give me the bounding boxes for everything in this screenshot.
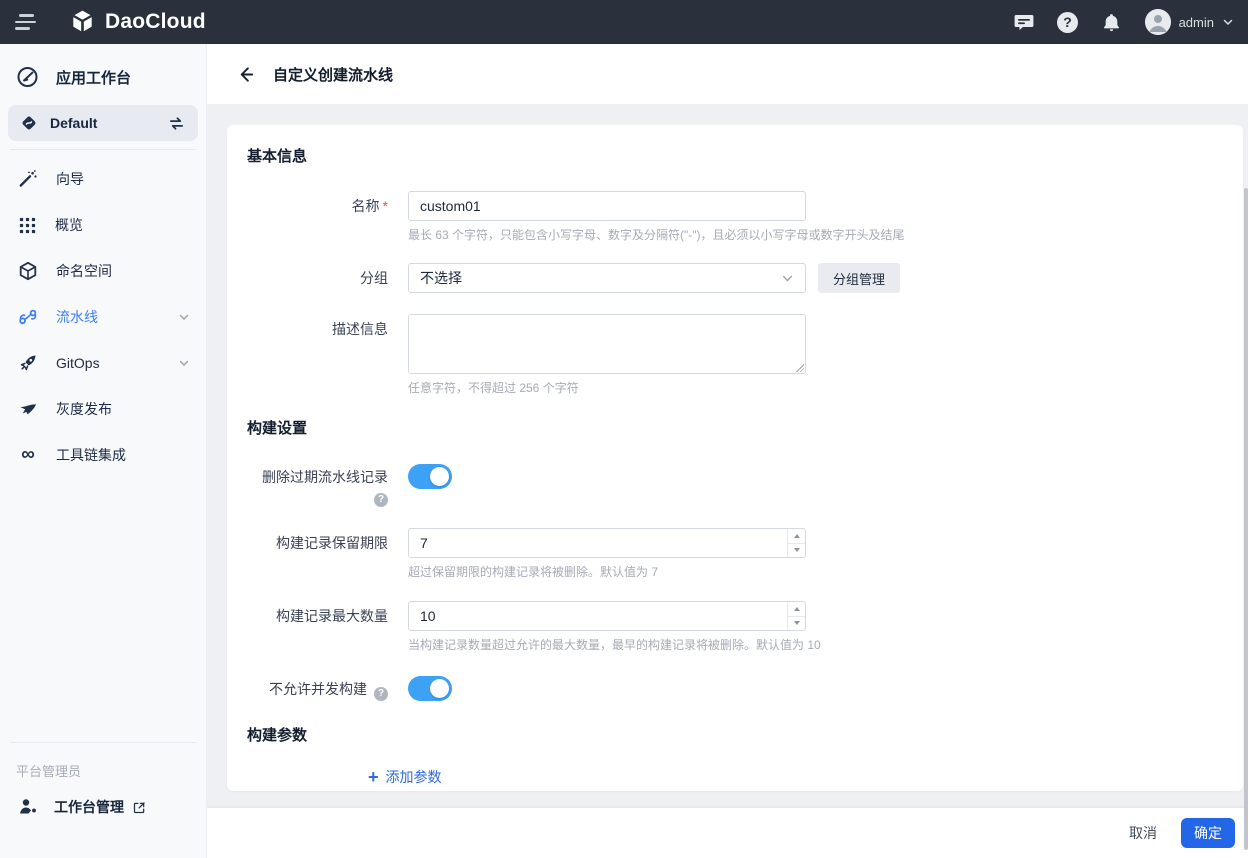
name-row: 名称* 最长 63 个字符，只能包含小写字母、数字及分隔符("-")，且必须以小…: [247, 191, 1223, 243]
page-title: 自定义创建流水线: [273, 64, 393, 85]
user-name: admin: [1179, 15, 1214, 30]
section-build-params: 构建参数: [247, 727, 1223, 744]
workspace-selector[interactable]: Default: [8, 105, 198, 141]
sidebar-nav: 向导 概览 命名空间 流水线: [0, 150, 206, 478]
workspace-title: 应用工作台: [56, 67, 131, 88]
description-row: 描述信息 任意字符，不得超过 256 个字符: [247, 314, 1223, 396]
sidebar-item-wizard[interactable]: 向导: [0, 156, 206, 202]
external-link-icon: [132, 800, 147, 815]
menu-toggle-icon[interactable]: [15, 13, 41, 31]
retention-input[interactable]: [408, 528, 806, 558]
concurrent-row: 不允许并发构建?: [247, 676, 1223, 701]
chevron-down-icon: [178, 311, 190, 323]
name-input[interactable]: [408, 191, 806, 221]
retention-label: 构建记录保留期限: [247, 528, 388, 552]
page-header: 自定义创建流水线: [207, 44, 1248, 104]
spinner-down-icon[interactable]: [788, 544, 805, 558]
notifications-bell-icon[interactable]: [1101, 11, 1123, 33]
sidebar-item-namespace[interactable]: 命名空间: [0, 248, 206, 294]
name-label: 名称*: [247, 191, 388, 215]
confirm-button[interactable]: 确定: [1181, 818, 1235, 848]
retention-help-text: 超过保留期限的构建记录将被删除。默认值为 7: [408, 565, 1223, 580]
group-select[interactable]: 不选择: [408, 263, 806, 293]
description-textarea[interactable]: [408, 314, 806, 374]
number-spinner: [787, 602, 805, 630]
max-records-label: 构建记录最大数量: [247, 601, 388, 625]
topbar-actions: ? admin: [1013, 9, 1248, 35]
help-icon[interactable]: ?: [1057, 11, 1079, 33]
avatar-icon: [1145, 9, 1171, 35]
cube-icon: [18, 261, 38, 281]
brand-logo[interactable]: DaoCloud: [68, 8, 206, 37]
description-label: 描述信息: [247, 314, 388, 338]
max-records-row: 构建记录最大数量 当构建记录数量超过允许的最大数量，最早的构建记录将被删除。默认…: [247, 601, 1223, 653]
plus-icon: +: [368, 769, 379, 785]
grid-icon: [18, 216, 37, 235]
spinner-down-icon[interactable]: [788, 617, 805, 631]
wand-icon: [18, 169, 38, 189]
max-records-help-text: 当构建记录数量超过允许的最大数量，最早的构建记录将被删除。默认值为 10: [408, 638, 1223, 653]
sidebar-item-gray-release[interactable]: 灰度发布: [0, 386, 206, 432]
brand-name: DaoCloud: [105, 10, 206, 34]
sidebar-item-pipeline[interactable]: 流水线: [0, 294, 206, 340]
spinner-up-icon[interactable]: [788, 602, 805, 617]
delete-expired-label: 删除过期流水线记录?: [247, 464, 388, 507]
description-help-text: 任意字符，不得超过 256 个字符: [408, 381, 1223, 396]
chevron-down-icon: [178, 357, 190, 369]
delete-expired-toggle[interactable]: [408, 464, 452, 489]
daocloud-cube-icon: [68, 8, 97, 37]
number-spinner: [787, 529, 805, 557]
workspace-name: Default: [50, 115, 167, 131]
scrollbar[interactable]: [1243, 164, 1248, 858]
admin-person-icon: [18, 797, 38, 817]
group-manage-button[interactable]: 分组管理: [818, 263, 900, 293]
topbar: DaoCloud ? admin: [0, 0, 1248, 44]
concurrent-label: 不允许并发构建?: [247, 676, 388, 701]
retention-row: 构建记录保留期限 超过保留期限的构建记录将被删除。默认值为 7: [247, 528, 1223, 580]
cancel-button[interactable]: 取消: [1119, 817, 1167, 849]
switch-workspace-icon[interactable]: [167, 114, 186, 133]
group-label: 分组: [247, 263, 388, 287]
add-param-button[interactable]: + 添加参数: [368, 767, 442, 787]
sidebar-item-workspace-admin[interactable]: 工作台管理: [0, 784, 206, 830]
action-bar: 取消 确定: [207, 808, 1248, 858]
workspace-default-icon: [20, 114, 38, 132]
sidebar-item-gitops[interactable]: GitOps: [0, 340, 206, 386]
sidebar-item-toolchain[interactable]: ∞ 工具链集成: [0, 432, 206, 478]
workspace-header: 应用工作台: [0, 44, 206, 103]
content-area: 基本信息 名称* 最长 63 个字符，只能包含小写字母、数字及分隔符("-")，…: [207, 104, 1248, 858]
question-help-icon[interactable]: ?: [374, 493, 388, 507]
message-icon[interactable]: [1013, 11, 1035, 33]
group-select-value: 不选择: [420, 268, 781, 288]
scrollbar-thumb[interactable]: [1244, 188, 1248, 850]
max-records-input[interactable]: [408, 601, 806, 631]
platform-role-label: 平台管理员: [0, 743, 206, 784]
spinner-up-icon[interactable]: [788, 529, 805, 544]
delete-expired-row: 删除过期流水线记录?: [247, 464, 1223, 507]
group-row: 分组 不选择 分组管理: [247, 263, 1223, 293]
infinity-icon: ∞: [18, 448, 38, 462]
concurrent-toggle[interactable]: [408, 676, 452, 701]
sidebar-item-overview[interactable]: 概览: [0, 202, 206, 248]
rocket-icon: [18, 353, 38, 373]
question-help-icon[interactable]: ?: [374, 687, 388, 701]
back-arrow-icon[interactable]: [234, 63, 256, 85]
chevron-down-icon: [1222, 16, 1234, 28]
sidebar-bottom: 平台管理员 工作台管理: [0, 734, 206, 858]
section-build-settings: 构建设置: [247, 420, 1223, 437]
name-help-text: 最长 63 个字符，只能包含小写字母、数字及分隔符("-")，且必须以小写字母或…: [408, 228, 1223, 243]
select-chevron-icon: [781, 272, 794, 285]
required-asterisk: *: [383, 198, 388, 214]
bird-icon: [18, 399, 38, 419]
main-area: 自定义创建流水线 基本信息 名称* 最长 63 个字符，只能包含小写字母、数字及…: [207, 44, 1248, 858]
section-basic-info: 基本信息: [247, 148, 1223, 165]
pipeline-icon: [18, 307, 38, 327]
sidebar: 应用工作台 Default 向导: [0, 44, 207, 858]
workspace-compass-icon: [16, 65, 40, 89]
user-menu[interactable]: admin: [1145, 9, 1234, 35]
form-card: 基本信息 名称* 最长 63 个字符，只能包含小写字母、数字及分隔符("-")，…: [227, 125, 1243, 791]
